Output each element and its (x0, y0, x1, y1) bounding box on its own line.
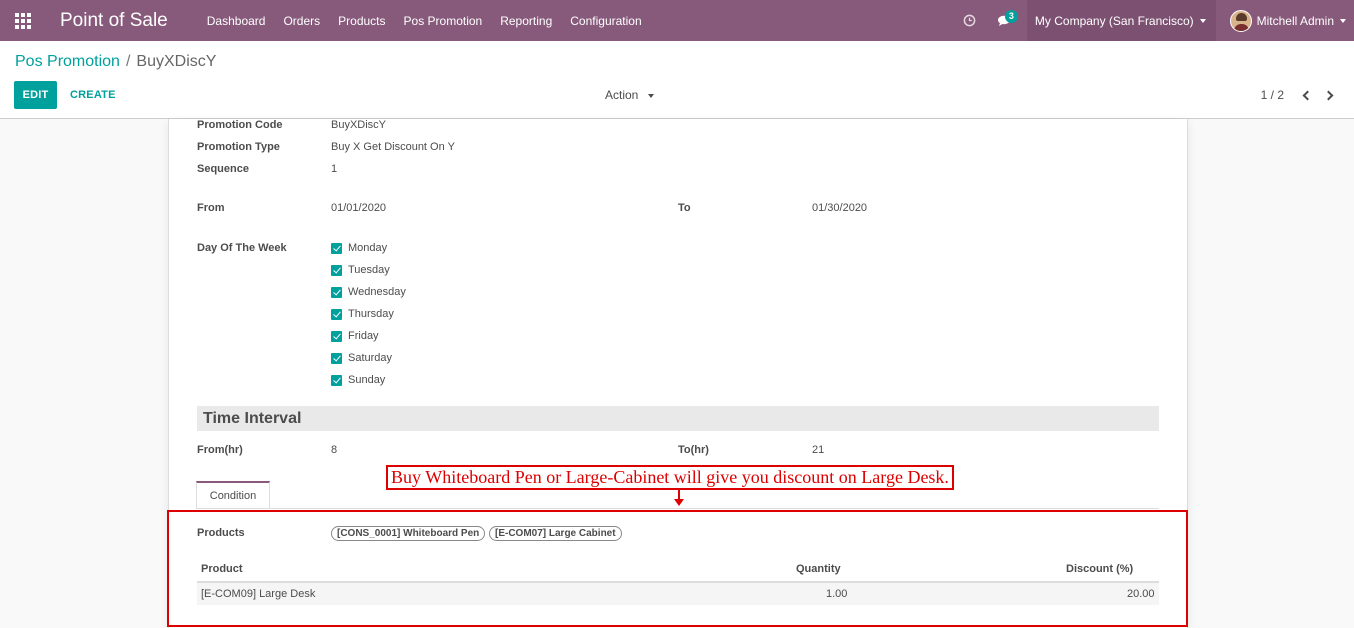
caret-down-icon (1340, 18, 1346, 23)
from-date-label: From (197, 202, 225, 214)
checkbox-checked-icon[interactable] (331, 374, 342, 386)
day-label: Friday (348, 330, 379, 342)
checkbox-checked-icon[interactable] (331, 286, 342, 298)
control-panel: Pos Promotion / BuyXDiscY EDIT CREATE Ac… (0, 41, 1354, 119)
tab-divider (196, 508, 1159, 509)
day-thursday: Thursday (331, 308, 394, 320)
checkbox-checked-icon[interactable] (331, 308, 342, 320)
menu-item-dashboard[interactable]: Dashboard (198, 0, 275, 41)
menu-item-pos-promotion[interactable]: Pos Promotion (395, 0, 492, 41)
chevron-right-icon (1323, 90, 1334, 100)
pager-value[interactable]: 1 / 2 (1261, 88, 1284, 102)
clock-icon (964, 14, 976, 27)
to-hr-value: 21 (812, 444, 825, 456)
day-label: Monday (348, 242, 388, 254)
to-date-value: 01/30/2020 (812, 202, 868, 214)
promotion-code-label: Promotion Code (197, 119, 283, 131)
day-tuesday: Tuesday (331, 264, 390, 276)
to-date-label: To (678, 202, 691, 214)
pager-next-button[interactable] (1318, 86, 1342, 104)
menu-item-products[interactable]: Products (329, 0, 394, 41)
from-hr-label: From(hr) (197, 444, 243, 456)
day-label: Sunday (348, 374, 386, 386)
navbar-right: 3 My Company (San Francisco) Mitchell Ad… (953, 0, 1354, 41)
arrow-down-icon (674, 499, 684, 506)
company-switcher[interactable]: My Company (San Francisco) (1026, 0, 1216, 41)
breadcrumb-pos-promotion[interactable]: Pos Promotion (15, 53, 120, 71)
chevron-left-icon (1302, 90, 1313, 100)
tab-condition[interactable]: Condition (196, 481, 270, 509)
day-saturday: Saturday (331, 352, 392, 364)
caret-down-icon (1199, 18, 1206, 23)
day-wednesday: Wednesday (331, 286, 406, 298)
from-hr-value: 8 (331, 444, 338, 456)
breadcrumb-separator: / (125, 53, 131, 70)
menu-item-configuration[interactable]: Configuration (561, 0, 650, 41)
annotation-callout: Buy Whiteboard Pen or Large-Cabinet will… (386, 465, 954, 490)
create-button[interactable]: CREATE (62, 81, 124, 109)
checkbox-checked-icon[interactable] (331, 352, 342, 364)
action-dropdown[interactable]: Action (605, 88, 654, 102)
pager-previous-button[interactable] (1294, 86, 1318, 104)
menu-item-reporting[interactable]: Reporting (491, 0, 561, 41)
sequence-label: Sequence (197, 163, 249, 175)
caret-down-icon (647, 93, 654, 98)
breadcrumb-current: BuyXDiscY (136, 53, 217, 70)
time-interval-section-title: Time Interval (197, 406, 1159, 431)
day-label: Thursday (348, 308, 394, 320)
apps-menu-button[interactable] (0, 0, 46, 41)
action-label: Action (605, 88, 639, 102)
promotion-type-label: Promotion Type (197, 141, 280, 153)
to-hr-label: To(hr) (678, 444, 709, 456)
activity-clock-button[interactable] (953, 0, 987, 41)
user-menu[interactable]: Mitchell Admin (1216, 0, 1354, 41)
day-label: Saturday (348, 352, 393, 364)
pager: 1 / 2 (1261, 86, 1342, 104)
checkbox-checked-icon[interactable] (331, 330, 342, 342)
main-menu: Dashboard Orders Products Pos Promotion … (198, 0, 651, 41)
messages-button[interactable]: 3 (987, 0, 1021, 41)
day-friday: Friday (331, 330, 379, 342)
day-label: Tuesday (348, 264, 390, 276)
avatar (1229, 9, 1252, 32)
company-name: My Company (San Francisco) (1034, 13, 1194, 28)
annotation-highlight-box (167, 510, 1188, 627)
sequence-value: 1 (331, 163, 338, 175)
edit-button[interactable]: EDIT (14, 81, 57, 109)
user-name: Mitchell Admin (1256, 13, 1334, 28)
day-sunday: Sunday (331, 374, 385, 386)
app-title: Point of Sale (60, 9, 168, 31)
top-navbar: Point of Sale Dashboard Orders Products … (0, 0, 1354, 41)
messages-count-badge: 3 (1004, 10, 1018, 23)
checkbox-checked-icon[interactable] (331, 264, 342, 276)
day-of-week-label: Day Of The Week (197, 242, 287, 254)
from-date-value: 01/01/2020 (331, 202, 387, 214)
promotion-type-value: Buy X Get Discount On Y (331, 141, 455, 153)
day-label: Wednesday (348, 286, 406, 298)
menu-item-orders[interactable]: Orders (274, 0, 329, 41)
breadcrumb: Pos Promotion / BuyXDiscY (15, 53, 216, 71)
promotion-code-value: BuyXDiscY (331, 119, 387, 131)
day-monday: Monday (331, 242, 387, 254)
apps-grid-icon (15, 12, 31, 29)
checkbox-checked-icon[interactable] (331, 242, 342, 254)
